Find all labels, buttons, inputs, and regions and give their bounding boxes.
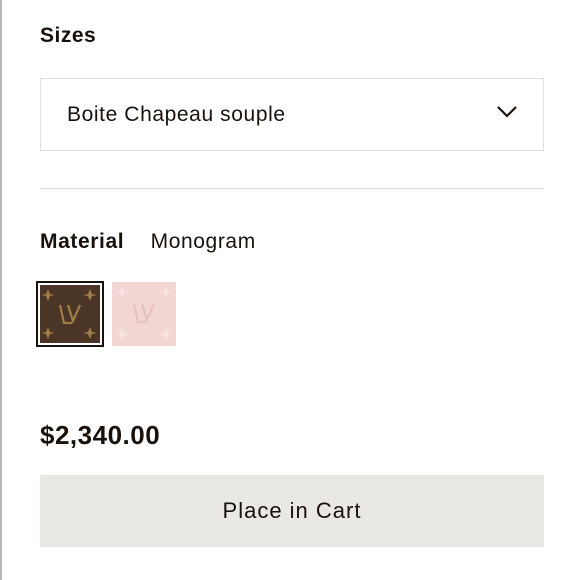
place-in-cart-button[interactable]: Place in Cart [40,475,544,547]
swatch-monogram[interactable] [36,281,104,347]
size-select[interactable]: Boite Chapeau souple [40,78,544,151]
chevron-down-icon [497,106,517,118]
material-row: Material Monogram [40,230,256,254]
monogram-empreinte-pattern-icon [112,282,176,346]
price: $2,340.00 [40,420,161,450]
size-select-value: Boite Chapeau souple [67,103,286,126]
material-value: Monogram [150,230,256,253]
material-label: Material [40,230,125,253]
product-options-panel: Sizes Boite Chapeau souple Material Mono… [0,0,580,580]
swatch-monogram-empreinte[interactable] [112,282,176,346]
sizes-heading: Sizes [40,24,97,47]
divider [40,188,544,189]
monogram-pattern-icon [40,285,100,343]
